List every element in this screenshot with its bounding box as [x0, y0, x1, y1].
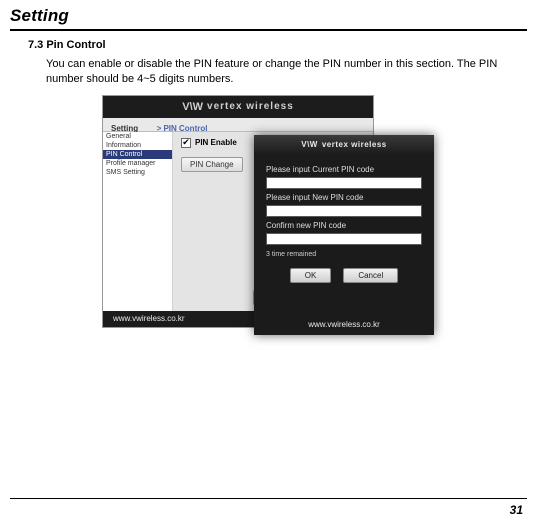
tries-remaining: 3 time remained	[266, 251, 422, 258]
page-number: 31	[510, 503, 523, 517]
sidebar: General Information PIN Control Profile …	[103, 132, 173, 311]
input-confirm-pin[interactable]	[266, 233, 422, 245]
label-confirm-pin: Confirm new PIN code	[266, 221, 422, 230]
body-paragraph: You can enable or disable the PIN featur…	[46, 57, 503, 87]
input-new-pin[interactable]	[266, 205, 422, 217]
label-current-pin: Please input Current PIN code	[266, 165, 422, 174]
sidebar-item-general[interactable]: General	[103, 132, 172, 141]
input-current-pin[interactable]	[266, 177, 422, 189]
pin-enable-checkbox[interactable]: ✔	[181, 138, 191, 148]
dialog-buttons: OK Cancel	[266, 268, 422, 283]
figure-container: V\W vertex wireless Setting > PIN Contro…	[102, 95, 422, 335]
title-rule	[10, 29, 527, 31]
dialog-footer-url: www.vwireless.co.kr	[254, 320, 434, 329]
dialog-body: Please input Current PIN code Please inp…	[254, 155, 434, 283]
app-footer-url: www.vwireless.co.kr	[103, 314, 185, 323]
dialog-brand-text: vertex wireless	[322, 140, 387, 149]
dialog-titlebar: V\W vertex wireless	[254, 135, 434, 155]
dialog-cancel-button[interactable]: Cancel	[343, 268, 398, 283]
label-new-pin: Please input New PIN code	[266, 193, 422, 202]
sidebar-item-profile-manager[interactable]: Profile manager	[103, 159, 172, 168]
sidebar-item-sms-setting[interactable]: SMS Setting	[103, 168, 172, 177]
sidebar-item-pin-control[interactable]: PIN Control	[103, 150, 172, 159]
section-heading: 7.3 Pin Control	[28, 39, 527, 51]
pin-enable-label: PIN Enable	[195, 138, 237, 147]
brand: V\W vertex wireless	[182, 101, 294, 113]
page-title: Setting	[10, 6, 527, 26]
tab-strip: Setting > PIN Control	[103, 118, 373, 132]
brand-mark: V\W	[182, 101, 203, 113]
pin-change-dialog: V\W vertex wireless Please input Current…	[254, 135, 434, 335]
pin-change-button[interactable]: PIN Change	[181, 157, 243, 172]
sidebar-item-information[interactable]: Information	[103, 141, 172, 150]
page-footer-rule	[10, 498, 527, 499]
app-titlebar: V\W vertex wireless	[103, 96, 373, 118]
dialog-brand-mark: V\W	[301, 140, 318, 149]
dialog-ok-button[interactable]: OK	[290, 268, 332, 283]
brand-text: vertex wireless	[207, 101, 294, 112]
